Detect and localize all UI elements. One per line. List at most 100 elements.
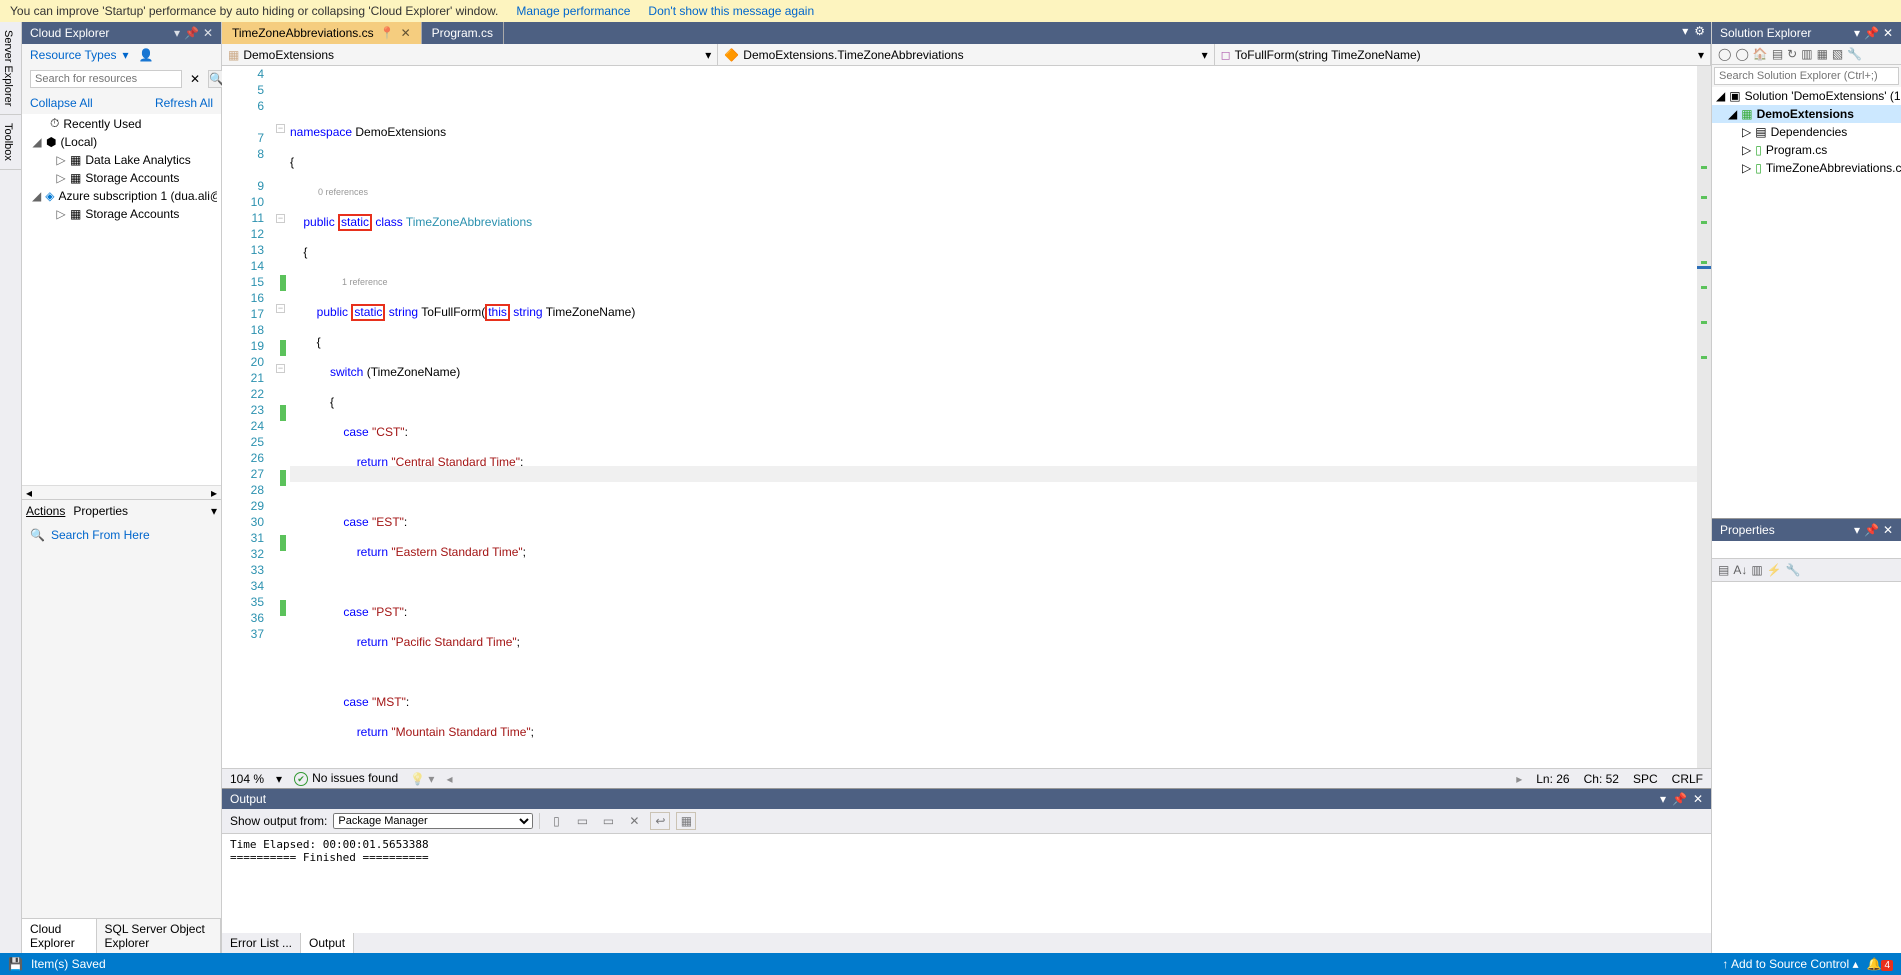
tab-overflow-icon[interactable]: ▾	[1682, 24, 1688, 42]
pin-icon[interactable]: 📍	[380, 26, 395, 40]
source-control[interactable]: ↑ Add to Source Control ▴	[1722, 957, 1858, 971]
tree-subscription[interactable]: ◢◈Azure subscription 1 (dua.ali@imperi	[22, 187, 221, 205]
code-editor[interactable]: 456 78 910111213141516171819202122232425…	[222, 66, 1711, 768]
properties-tab[interactable]: Properties	[73, 504, 128, 518]
pin-icon[interactable]: 📌	[184, 26, 199, 40]
scroll-right[interactable]: ▸	[211, 486, 217, 499]
sol-deps[interactable]: ▷▤Dependencies	[1712, 123, 1901, 141]
close-icon[interactable]: ✕	[203, 26, 213, 40]
categorize-icon[interactable]: ▤	[1718, 563, 1729, 577]
dd-icon[interactable]: ▾	[123, 48, 129, 62]
tab-options-icon[interactable]: ⚙	[1694, 24, 1705, 42]
indentation[interactable]: SPC	[1633, 772, 1658, 786]
solution-search	[1712, 65, 1901, 87]
manage-performance-link[interactable]: Manage performance	[516, 4, 630, 18]
code-body[interactable]: −namespace DemoExtensions { 0 references…	[290, 66, 1697, 768]
s2-icon[interactable]: ▥	[1801, 47, 1812, 61]
close-tab-icon[interactable]: ✕	[401, 26, 411, 40]
cloud-explorer-links: Collapse All Refresh All	[22, 92, 221, 114]
p1-icon[interactable]: ▥	[1751, 563, 1762, 577]
cloud-explorer-btab[interactable]: Cloud Explorer	[22, 919, 97, 953]
pin-icon[interactable]: 📌	[1672, 792, 1687, 806]
close-icon[interactable]: ✕	[1693, 792, 1703, 806]
scroll-left[interactable]: ◂	[26, 486, 32, 499]
dropdown-icon[interactable]: ▾	[174, 26, 180, 40]
search-from-here[interactable]: 🔍 Search From Here	[22, 522, 221, 548]
refresh-all-link[interactable]: Refresh All	[155, 96, 213, 110]
search-icon: 🔍	[30, 528, 45, 542]
error-list-tab[interactable]: Error List ...	[222, 933, 301, 953]
cloud-explorer-search: ✕ 🔍	[22, 66, 221, 92]
s4-icon[interactable]: ▧	[1832, 47, 1843, 61]
solution-search-input[interactable]	[1714, 67, 1899, 85]
home-icon[interactable]: 🏠	[1753, 47, 1768, 61]
clear-icon[interactable]: ✕	[624, 812, 644, 830]
nav-class[interactable]: 🔶DemoExtensions.TimeZoneAbbreviations▾	[718, 44, 1214, 65]
tree-recent[interactable]: ⏱Recently Used	[22, 114, 221, 133]
collapse-all-link[interactable]: Collapse All	[30, 96, 93, 110]
sol-tza[interactable]: ▷▯TimeZoneAbbreviations.cs	[1712, 159, 1901, 177]
server-explorer-tab[interactable]: Server Explorer	[0, 22, 21, 115]
line-endings[interactable]: CRLF	[1672, 772, 1703, 786]
zoom-level[interactable]: 104 %	[230, 772, 264, 786]
events-icon[interactable]: ⚡	[1767, 563, 1782, 577]
chevron-down-icon[interactable]: ▾	[211, 504, 217, 518]
tree-dla[interactable]: ▷▦Data Lake Analytics	[22, 151, 221, 169]
editor-tab-program[interactable]: Program.cs	[422, 22, 504, 44]
goto-icon[interactable]: ▭	[572, 812, 592, 830]
pin-icon[interactable]: 📌	[1864, 523, 1879, 537]
properties-panel: Properties ▾ 📌 ✕ ▤ A↓ ▥ ⚡ 🔧	[1712, 518, 1901, 953]
status-bar: 💾 Item(s) Saved ↑ Add to Source Control …	[0, 953, 1901, 975]
dont-show-again-link[interactable]: Don't show this message again	[648, 4, 814, 18]
refresh-icon[interactable]: ↻	[1787, 47, 1797, 61]
toolbox-tab[interactable]: Toolbox	[0, 115, 21, 170]
output-body[interactable]: Time Elapsed: 00:00:01.5653388 =========…	[222, 834, 1711, 933]
resource-types-dropdown[interactable]: Resource Types	[30, 48, 117, 62]
cloud-explorer-panel: Cloud Explorer ▾ 📌 ✕ Resource Types ▾ 👤 …	[22, 22, 222, 953]
dd-icon[interactable]: ▾	[1660, 792, 1666, 806]
output-header: Output ▾ 📌 ✕	[222, 789, 1711, 809]
user-icon[interactable]: 👤	[139, 48, 154, 62]
tree-storage2[interactable]: ▷▦Storage Accounts	[22, 205, 221, 223]
tree-local[interactable]: ◢⬢(Local)	[22, 133, 221, 151]
s1-icon[interactable]: ▤	[1772, 47, 1783, 61]
nav-ind[interactable]: 💡 ▾	[410, 772, 434, 786]
editor-nav-bar: ▦DemoExtensions▾ 🔶DemoExtensions.TimeZon…	[222, 44, 1711, 66]
az-icon[interactable]: A↓	[1733, 563, 1747, 577]
right-column: Solution Explorer ▾ 📌 ✕ ◯ ◯ 🏠 ▤ ↻ ▥ ▦ ▧ …	[1711, 22, 1901, 953]
actions-tab[interactable]: Actions	[26, 504, 65, 518]
dd-icon[interactable]: ▾	[1854, 26, 1860, 40]
opt-icon[interactable]: ▦	[676, 812, 696, 830]
scroll-left-icon[interactable]: ◂	[446, 772, 452, 786]
next-msg-icon[interactable]: ▭	[598, 812, 618, 830]
line-gutter: 456 78 910111213141516171819202122232425…	[222, 66, 280, 768]
clear-icon[interactable]: ✕	[186, 72, 204, 86]
close-icon[interactable]: ✕	[1883, 523, 1893, 537]
sql-explorer-btab[interactable]: SQL Server Object Explorer	[97, 919, 221, 953]
dd-icon[interactable]: ▾	[1854, 523, 1860, 537]
sol-project[interactable]: ◢▦DemoExtensions	[1712, 105, 1901, 123]
output-source-select[interactable]: Package Manager	[333, 813, 533, 829]
word-wrap-icon[interactable]: ↩	[650, 812, 670, 830]
output-tab[interactable]: Output	[301, 933, 354, 953]
nav-method[interactable]: ◻ToFullForm(string TimeZoneName)▾	[1215, 44, 1711, 65]
back-icon[interactable]: ◯	[1718, 47, 1731, 61]
line-pos: Ln: 26	[1536, 772, 1569, 786]
pin-icon[interactable]: 📌	[1864, 26, 1879, 40]
prev-msg-icon[interactable]: ▯	[546, 812, 566, 830]
wrench-icon[interactable]: 🔧	[1847, 47, 1862, 61]
tree-storage1[interactable]: ▷▦Storage Accounts	[22, 169, 221, 187]
editor-tab-tza[interactable]: TimeZoneAbbreviations.cs📍✕	[222, 22, 422, 44]
close-icon[interactable]: ✕	[1883, 26, 1893, 40]
sol-program[interactable]: ▷▯Program.cs	[1712, 141, 1901, 159]
sol-root[interactable]: ◢▣Solution 'DemoExtensions' (1 of 1 pro	[1712, 87, 1901, 105]
nav-namespace[interactable]: ▦DemoExtensions▾	[222, 44, 718, 65]
s3-icon[interactable]: ▦	[1817, 47, 1828, 61]
scroll-right-icon[interactable]: ▸	[1516, 772, 1522, 786]
no-issues[interactable]: No issues found	[294, 771, 398, 787]
p2-icon[interactable]: 🔧	[1786, 563, 1801, 577]
scroll-map[interactable]	[1697, 66, 1711, 768]
fwd-icon[interactable]: ◯	[1735, 47, 1748, 61]
notifications[interactable]: 🔔4	[1866, 957, 1893, 971]
search-input[interactable]	[30, 70, 182, 88]
